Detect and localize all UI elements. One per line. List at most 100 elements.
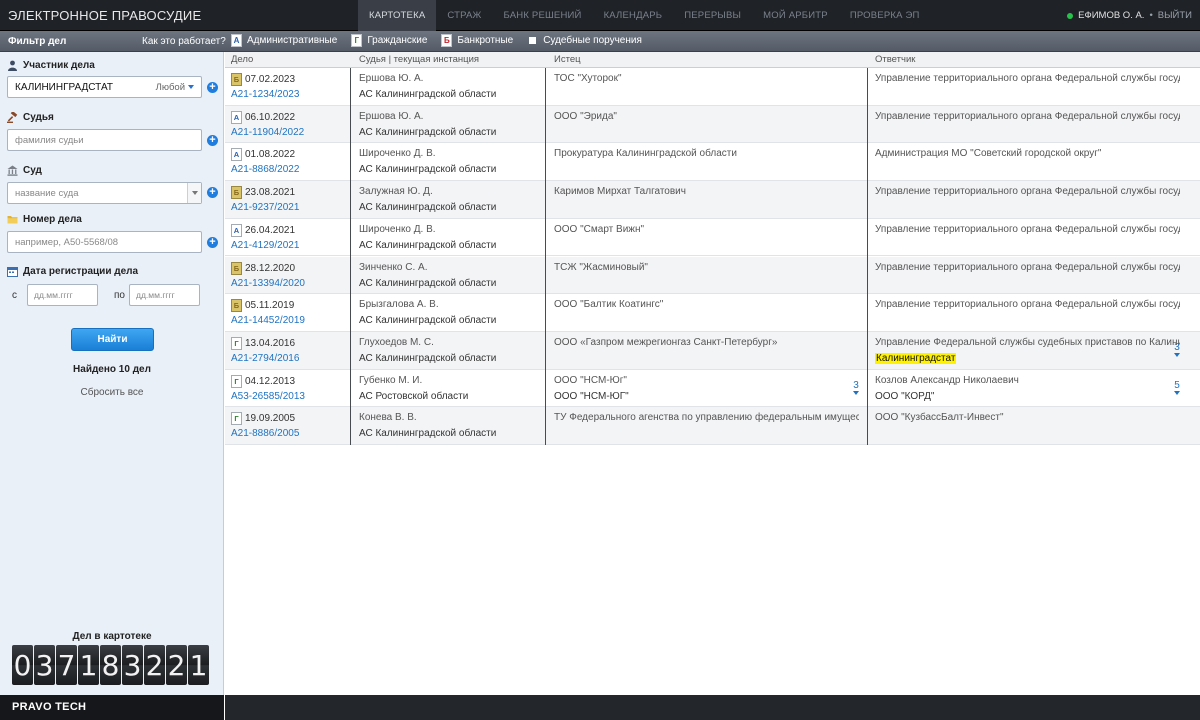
plaintiff-name[interactable]: ООО "Смарт Вижн" [554, 224, 859, 237]
user-separator: • [1149, 10, 1153, 21]
add-participant-button[interactable]: + [207, 82, 218, 93]
add-court-button[interactable]: + [207, 187, 218, 198]
respondent-cell: Управление территориального органа Федер… [875, 111, 1180, 124]
respondent-name-text: Управление территориального органа Федер… [875, 73, 1180, 84]
participant-role-value: Любой [155, 81, 185, 93]
table-row[interactable]: Б 05.11.2019 А21-14452/2019 Брызгалова А. В… [225, 294, 1200, 332]
nav-item-breaks[interactable]: ПЕРЕРЫВЫ [673, 0, 752, 31]
respondent-name[interactable]: Управление территориального органа Федер… [875, 73, 1180, 86]
judge-name: Широченко Д. В. [359, 148, 436, 160]
respondent-name[interactable]: Управление Федеральной службы судебных п… [875, 337, 1180, 350]
respondent-name[interactable]: Управление территориального органа Федер… [875, 299, 1180, 312]
counter-digit: 7 [56, 645, 77, 685]
nav-item-strazh[interactable]: СТРАЖ [436, 0, 492, 31]
date-from-label: с [12, 290, 17, 301]
case-number-link[interactable]: А21-11904/2022 [231, 127, 349, 138]
app-brand[interactable]: ЭЛЕКТРОННОЕ ПРАВОСУДИЕ [8, 8, 201, 23]
case-number-link[interactable]: А21-1234/2023 [231, 89, 349, 100]
table-row[interactable]: Б 28.12.2020 А21-13394/2020 Зинченко С. А. А… [225, 256, 1200, 295]
case-cell: Г 19.09.2005 А21-8886/2005 [231, 412, 349, 439]
plaintiff-name[interactable]: ООО "Балтик Коатингс" [554, 299, 859, 312]
show-more-plaintiffs[interactable]: 3 [853, 380, 859, 395]
type-filter-court-orders[interactable]: Судебные поручения [527, 34, 642, 47]
find-button[interactable]: Найти [71, 328, 154, 351]
table-row[interactable]: Б 07.02.2023 А21-1234/2023 Ершова Ю. А. АС К… [225, 68, 1200, 106]
counter-digit: 3 [122, 645, 143, 685]
participant-role-select[interactable]: Любой [156, 82, 194, 93]
nav-item-check-ep[interactable]: ПРОВЕРКА ЭП [839, 0, 931, 31]
case-number-input[interactable]: например, А50-5568/08 [7, 231, 202, 253]
case-number-link[interactable]: А21-8868/2022 [231, 164, 349, 175]
plaintiff-name[interactable]: ТСЖ "Жасминовый" [554, 262, 859, 275]
respondent-name[interactable]: Калининградстат [875, 352, 1180, 364]
judge-name: Губенко М. И. [359, 374, 423, 386]
nav-item-kartoteka[interactable]: КАРТОТЕКА [358, 0, 437, 31]
pravo-tech-logo[interactable]: PRAVO TECH [12, 701, 86, 713]
table-row[interactable]: Г 13.04.2016 А21-2794/2016 Глухоедов М. С. А… [225, 331, 1200, 370]
plaintiff-name[interactable]: ООО «Газпром межрегионгаз Санкт-Петербур… [554, 337, 859, 350]
plaintiff-name[interactable]: ООО "НСМ-ЮГ" [554, 391, 859, 402]
respondent-name[interactable]: ООО "КОРД" [875, 391, 1180, 402]
court-name: АС Калининградской области [359, 239, 497, 251]
plaintiff-name[interactable]: ООО "НСМ-Юг" [554, 375, 859, 388]
nav-item-calendar[interactable]: КАЛЕНДАРЬ [593, 0, 674, 31]
table-row[interactable]: Г 04.12.2013 А53-26585/2013 Губенко М. И. АС… [225, 370, 1200, 408]
respondent-name[interactable]: Управление территориального органа Федер… [875, 262, 1180, 275]
type-filter-admin[interactable]: А Административные [231, 34, 337, 47]
judge-input[interactable]: фамилия судьи [7, 129, 202, 151]
cases-table: Дело Судья | текущая инстанция Истец Отв… [225, 52, 1200, 695]
case-cell: А 06.10.2022 А21-11904/2022 [231, 110, 349, 138]
dropdown-arrow-icon[interactable] [187, 183, 201, 203]
case-number-link[interactable]: А53-26585/2013 [231, 391, 349, 402]
how-it-works-link[interactable]: Как это работает? [142, 36, 226, 47]
case-number-link[interactable]: А21-14452/2019 [231, 315, 349, 326]
add-case-number-button[interactable]: + [207, 237, 218, 248]
table-row[interactable]: Г 19.09.2005 А21-8886/2005 Конева В. В. АС К… [225, 407, 1200, 445]
plaintiff-name[interactable]: ООО "Эрида" [554, 111, 859, 124]
table-row[interactable]: А 06.10.2022 А21-11904/2022 Ершова Ю. А. АС … [225, 105, 1200, 144]
user-name[interactable]: ЕФИМОВ О. А. [1078, 10, 1144, 21]
plaintiff-cell: Прокуратура Калининградской области [554, 148, 859, 161]
participant-input[interactable]: КАЛИНИНГРАДСТАТ Любой [7, 76, 202, 98]
header-judge: Судья | текущая инстанция [359, 54, 480, 65]
logout-link[interactable]: ВЫЙТИ [1158, 10, 1192, 21]
plaintiff-name[interactable]: ТУ Федерального агенства по управлению ф… [554, 412, 859, 425]
judge-cell: Широченко Д. В. АС Калининградской област… [359, 148, 544, 175]
respondent-name[interactable]: Управление территориального органа Федер… [875, 224, 1180, 237]
case-number-link[interactable]: А21-13394/2020 [231, 278, 349, 289]
court-select[interactable]: название суда [7, 182, 202, 204]
plaintiff-name[interactable]: Каримов Мирхат Талгатович [554, 186, 859, 199]
type-filter-civil[interactable]: Г Гражданские [351, 34, 427, 47]
reg-date-label: Дата регистрации дела [7, 266, 138, 277]
case-date-line: Б 23.08.2021 [231, 186, 349, 200]
case-number-link[interactable]: А21-4129/2021 [231, 240, 349, 251]
table-row[interactable]: Б 23.08.2021 А21-9237/2021 Залужная Ю. Д. АС… [225, 181, 1200, 219]
date-to-input[interactable]: дд.мм.гггг [129, 284, 200, 306]
case-number-link[interactable]: А21-8886/2005 [231, 428, 349, 439]
plaintiff-name[interactable]: ТОС "Хуторок" [554, 73, 859, 86]
court-name: АС Ростовской области [359, 390, 469, 402]
nav-item-bank-resheniy[interactable]: БАНК РЕШЕНИЙ [493, 0, 593, 31]
respondent-name[interactable]: ООО "КузбассБалт-Инвест" [875, 412, 1180, 425]
respondent-name[interactable]: Управление территориального органа Федер… [875, 186, 1180, 199]
plaintiff-name[interactable]: Прокуратура Калининградской области [554, 148, 859, 161]
respondent-cell: ООО "КузбассБалт-Инвест" [875, 412, 1180, 425]
reset-all-link[interactable]: Сбросить все [0, 387, 224, 398]
table-row[interactable]: А 26.04.2021 А21-4129/2021 Широченко Д. В. А… [225, 219, 1200, 257]
case-number-label-text: Номер дела [23, 214, 82, 225]
show-more-respondents[interactable]: 5 [1174, 380, 1180, 395]
case-number-link[interactable]: А21-2794/2016 [231, 353, 349, 364]
respondent-name[interactable]: Администрация МО "Советский городской ок… [875, 148, 1180, 161]
table-row[interactable]: А 01.08.2022 А21-8868/2022 Широченко Д. В. А… [225, 143, 1200, 182]
case-type-icon: Б [231, 73, 242, 86]
nav-item-moy-arbitr[interactable]: МОЙ АРБИТР [752, 0, 839, 31]
gavel-icon [7, 112, 18, 123]
respondent-name[interactable]: Управление территориального органа Федер… [875, 111, 1180, 124]
add-judge-button[interactable]: + [207, 135, 218, 146]
date-from-input[interactable]: дд.мм.гггг [27, 284, 98, 306]
show-more-respondents[interactable]: 3 [1174, 342, 1180, 357]
case-number-link[interactable]: А21-9237/2021 [231, 202, 349, 213]
judge-name: Брызгалова А. В. [359, 299, 439, 311]
respondent-name[interactable]: Козлов Александр Николаевич [875, 375, 1180, 388]
type-filter-bankruptcy[interactable]: Б Банкротные [441, 34, 513, 47]
